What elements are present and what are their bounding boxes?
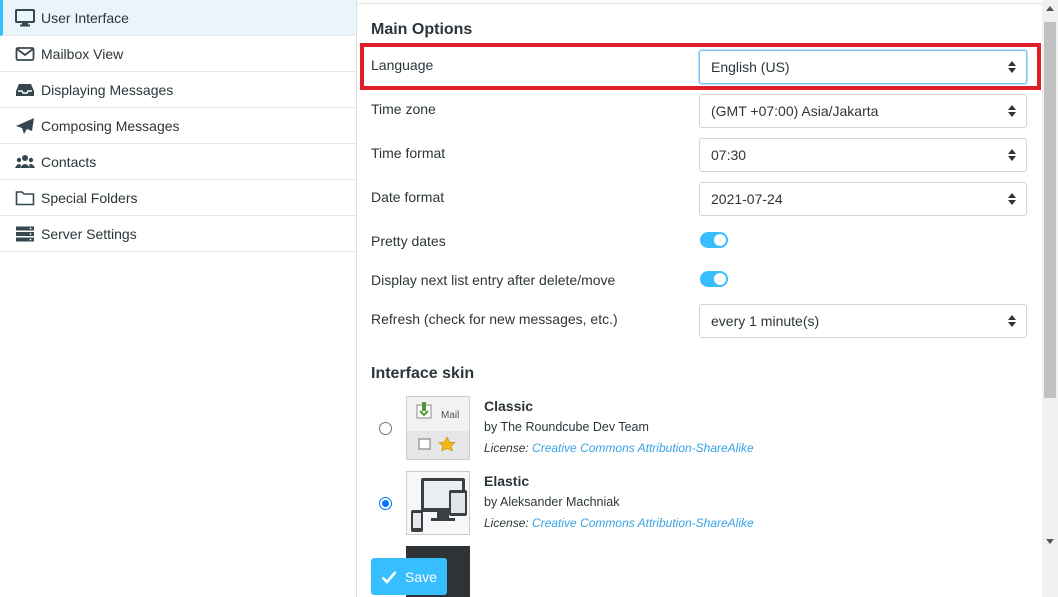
skin-radio-elastic[interactable] — [379, 497, 392, 510]
inbox-icon — [14, 81, 36, 99]
envelope-icon — [14, 45, 36, 63]
date-format-select[interactable]: 2021-07-24 — [699, 182, 1027, 216]
timezone-select-value: (GMT +07:00) Asia/Jakarta — [711, 103, 879, 119]
sidebar-item-label: User Interface — [41, 9, 129, 26]
select-arrows-icon — [1008, 61, 1016, 73]
settings-sidebar: User Interface Mailbox View Displaying M… — [0, 0, 357, 597]
skin-radio-classic[interactable] — [379, 422, 392, 435]
refresh-select-value: every 1 minute(s) — [711, 313, 820, 329]
sidebar-item-label: Contacts — [41, 153, 97, 170]
time-format-label: Time format — [371, 145, 446, 161]
select-arrows-icon — [1008, 105, 1016, 117]
skin-thumb-mail-text: Mail — [441, 410, 459, 421]
timezone-label: Time zone — [371, 101, 436, 117]
server-icon — [14, 225, 36, 243]
language-select-value: English (US) — [711, 59, 790, 75]
skin-author-elastic: by Aleksander Machniak — [484, 495, 620, 509]
skin-author-classic: by The Roundcube Dev Team — [484, 420, 649, 434]
select-arrows-icon — [1008, 149, 1016, 161]
skin-license-classic: License: Creative Commons Attribution-Sh… — [484, 441, 754, 455]
main-scrollbar[interactable] — [1042, 0, 1058, 597]
sidebar-item-label: Displaying Messages — [41, 81, 174, 98]
folder-icon — [14, 189, 36, 207]
toggle-knob — [714, 273, 726, 285]
sidebar-item-server-settings[interactable]: Server Settings — [0, 216, 356, 252]
save-button-label: Save — [405, 568, 437, 585]
sidebar-item-mailbox-view[interactable]: Mailbox View — [0, 36, 356, 72]
sidebar-item-contacts[interactable]: Contacts — [0, 144, 356, 180]
sidebar-item-special-folders[interactable]: Special Folders — [0, 180, 356, 216]
sidebar-item-composing-messages[interactable]: Composing Messages — [0, 108, 356, 144]
time-format-select-value: 07:30 — [711, 147, 747, 163]
timezone-select[interactable]: (GMT +07:00) Asia/Jakarta — [699, 94, 1027, 128]
users-icon — [14, 153, 36, 171]
skin-name-classic: Classic — [484, 398, 534, 414]
language-select[interactable]: English (US) — [699, 50, 1027, 84]
sidebar-item-label: Composing Messages — [41, 117, 180, 134]
date-format-select-value: 2021-07-24 — [711, 191, 783, 207]
select-arrows-icon — [1008, 193, 1016, 205]
refresh-select[interactable]: every 1 minute(s) — [699, 304, 1027, 338]
license-link-elastic[interactable]: Creative Commons Attribution-ShareAlike — [532, 516, 754, 530]
sidebar-item-label: Special Folders — [41, 189, 138, 206]
select-arrows-icon — [1008, 315, 1016, 327]
time-format-select[interactable]: 07:30 — [699, 138, 1027, 172]
settings-main: Main Options Language English (US) Time … — [357, 0, 1042, 597]
section-title-interface-skin: Interface skin — [371, 365, 475, 382]
language-label: Language — [371, 57, 434, 73]
monitor-icon — [14, 8, 36, 27]
sidebar-item-label: Mailbox View — [41, 45, 124, 62]
save-button[interactable]: Save — [371, 558, 447, 595]
top-divider — [357, 0, 1042, 4]
scroll-down-arrow-icon[interactable] — [1046, 539, 1054, 544]
skin-thumbnail-elastic — [406, 471, 470, 535]
license-prefix: License: — [484, 441, 529, 455]
refresh-label: Refresh (check for new messages, etc.) — [371, 311, 618, 327]
pretty-dates-label: Pretty dates — [371, 233, 446, 249]
settings-page: User Interface Mailbox View Displaying M… — [0, 0, 1058, 597]
pretty-dates-toggle[interactable] — [700, 232, 728, 248]
skin-license-elastic: License: Creative Commons Attribution-Sh… — [484, 516, 754, 530]
scroll-up-arrow-icon[interactable] — [1046, 6, 1054, 11]
license-prefix: License: — [484, 516, 529, 530]
sidebar-item-label: Server Settings — [41, 225, 137, 242]
next-entry-toggle[interactable] — [700, 271, 728, 287]
scrollbar-thumb[interactable] — [1044, 22, 1056, 398]
license-link-classic[interactable]: Creative Commons Attribution-ShareAlike — [532, 441, 754, 455]
sidebar-item-user-interface[interactable]: User Interface — [0, 0, 356, 36]
date-format-label: Date format — [371, 189, 445, 205]
paper-plane-icon — [14, 117, 36, 135]
skin-thumbnail-classic: Mail — [406, 396, 470, 460]
toggle-knob — [714, 234, 726, 246]
checkmark-icon — [381, 570, 397, 584]
sidebar-item-displaying-messages[interactable]: Displaying Messages — [0, 72, 356, 108]
section-title-main-options: Main Options — [371, 21, 473, 38]
next-entry-label: Display next list entry after delete/mov… — [371, 272, 616, 288]
skin-name-elastic: Elastic — [484, 473, 530, 489]
